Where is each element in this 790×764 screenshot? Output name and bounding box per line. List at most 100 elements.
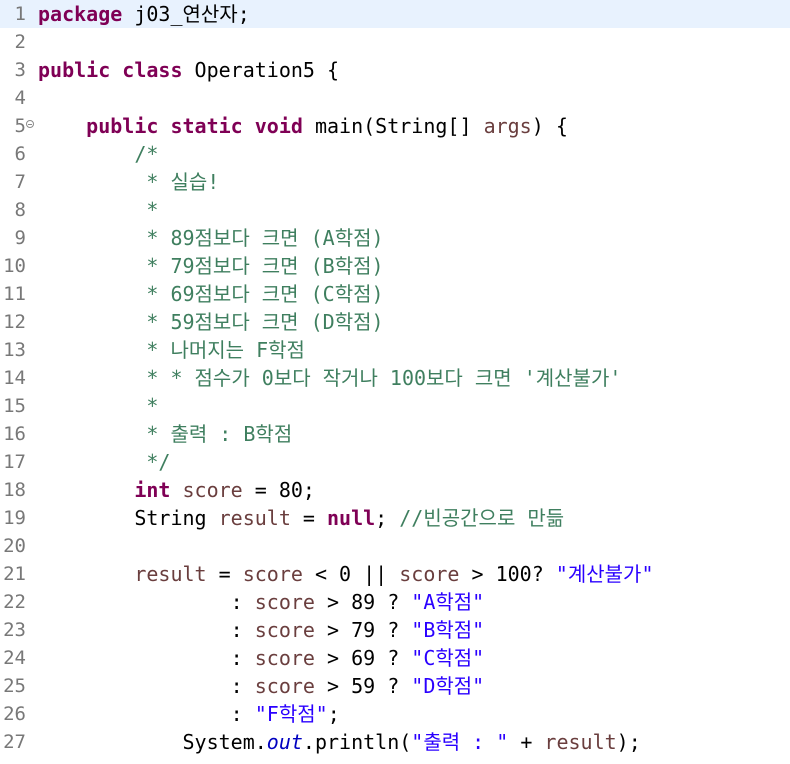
line-number: 18 bbox=[3, 479, 26, 501]
code-token: * 출력 : B학점 bbox=[38, 422, 293, 446]
code-text: result = score < 0 || score > 100? "계산불가… bbox=[38, 560, 653, 588]
code-text: */ bbox=[38, 448, 170, 476]
line-number: 19 bbox=[3, 507, 26, 529]
code-token: * 79점보다 크면 (B학점) bbox=[38, 254, 384, 278]
code-line[interactable]: 16 * 출력 : B학점 bbox=[0, 420, 790, 448]
code-line[interactable]: 24 : score > 69 ? "C학점" bbox=[0, 644, 790, 672]
code-token: "A학점" bbox=[411, 590, 485, 614]
code-text: package j03_연산자; bbox=[38, 0, 250, 28]
code-token: .println( bbox=[302, 730, 412, 754]
code-token: score bbox=[242, 562, 303, 586]
code-text: * 89점보다 크면 (A학점) bbox=[38, 224, 383, 252]
code-line[interactable]: 20 bbox=[0, 532, 790, 560]
code-token: : bbox=[38, 590, 255, 614]
code-line[interactable]: 11 * 69점보다 크면 (C학점) bbox=[0, 280, 790, 308]
code-text: : "F학점"; bbox=[38, 700, 340, 728]
code-line[interactable]: 27 System.out.println("출력 : " + result); bbox=[0, 728, 790, 756]
code-line[interactable]: 2 bbox=[0, 28, 790, 56]
code-line[interactable]: 13 * 나머지는 F학점 bbox=[0, 336, 790, 364]
code-token: * bbox=[38, 394, 159, 418]
line-number: 3 bbox=[14, 59, 26, 81]
code-token: public bbox=[38, 58, 111, 82]
code-token: result bbox=[134, 562, 207, 586]
code-text: public static void main(String[] args) { bbox=[38, 112, 568, 140]
code-token: = bbox=[290, 506, 327, 530]
code-text: * 59점보다 크면 (D학점) bbox=[38, 308, 384, 336]
code-line[interactable]: 9 * 89점보다 크면 (A학점) bbox=[0, 224, 790, 252]
code-token: score bbox=[254, 674, 315, 698]
code-token: static bbox=[170, 114, 243, 138]
code-text: : score > 59 ? "D학점" bbox=[38, 672, 485, 700]
code-token: * 59점보다 크면 (D학점) bbox=[38, 310, 384, 334]
code-text: int score = 80; bbox=[38, 476, 315, 504]
line-number: 20 bbox=[3, 535, 26, 557]
code-token: * bbox=[38, 198, 159, 222]
line-number: 27 bbox=[3, 731, 26, 753]
line-number: 22 bbox=[3, 591, 26, 613]
code-line[interactable]: 7 * 실습! bbox=[0, 168, 790, 196]
code-token: "계산불가" bbox=[555, 562, 654, 586]
code-line[interactable]: 21 result = score < 0 || score > 100? "계… bbox=[0, 560, 790, 588]
code-token: public bbox=[86, 114, 159, 138]
code-token: * 실습! bbox=[38, 170, 220, 194]
code-text: /* bbox=[38, 140, 158, 168]
code-line[interactable]: 17 */ bbox=[0, 448, 790, 476]
code-line[interactable]: 12 * 59점보다 크면 (D학점) bbox=[0, 308, 790, 336]
line-number: 2 bbox=[14, 31, 26, 53]
fold-collapse-icon[interactable] bbox=[26, 120, 34, 128]
code-token: ) { bbox=[531, 114, 568, 138]
line-number: 17 bbox=[3, 451, 26, 473]
code-line[interactable]: 4 bbox=[0, 84, 790, 112]
line-number: 12 bbox=[3, 311, 26, 333]
code-token: score bbox=[254, 618, 315, 642]
code-token: > 59 ? bbox=[314, 674, 412, 698]
code-line[interactable]: 3 public class Operation5 { bbox=[0, 56, 790, 84]
line-number: 9 bbox=[14, 227, 26, 249]
code-text: * 79점보다 크면 (B학점) bbox=[38, 252, 384, 280]
line-number: 1 bbox=[14, 3, 26, 25]
code-line[interactable]: 22 : score > 89 ? "A학점" bbox=[0, 588, 790, 616]
code-line[interactable]: 23 : score > 79 ? "B학점" bbox=[0, 616, 790, 644]
code-token: /* bbox=[38, 142, 159, 166]
code-line[interactable]: 8 * bbox=[0, 196, 790, 224]
code-line[interactable]: 6 /* bbox=[0, 140, 790, 168]
code-line[interactable]: 15 * bbox=[0, 392, 790, 420]
code-line[interactable]: 14 * * 점수가 0보다 작거나 100보다 크면 '계산불가' bbox=[0, 364, 790, 392]
code-token: * 나머지는 F학점 bbox=[38, 338, 305, 362]
code-token: */ bbox=[38, 450, 171, 474]
code-token: main(String[] bbox=[302, 114, 484, 138]
line-number: 4 bbox=[14, 87, 26, 109]
code-editor[interactable]: 1 package j03_연산자; 2 3 public class Operatio… bbox=[0, 0, 790, 764]
code-token: + bbox=[508, 730, 545, 754]
code-token: String bbox=[38, 506, 219, 530]
line-number: 8 bbox=[14, 199, 26, 221]
code-token: //빈공간으로 만듦 bbox=[399, 506, 565, 530]
line-number: 26 bbox=[3, 703, 26, 725]
code-text: * 69점보다 크면 (C학점) bbox=[38, 280, 383, 308]
line-number: 10 bbox=[3, 255, 26, 277]
code-text: * 나머지는 F학점 bbox=[38, 336, 305, 364]
code-token: : bbox=[38, 674, 255, 698]
code-line[interactable]: 5 public static void main(String[] args)… bbox=[0, 112, 790, 140]
code-token: score bbox=[254, 590, 315, 614]
code-line[interactable]: 25 : score > 59 ? "D학점" bbox=[0, 672, 790, 700]
code-token: "출력 : " bbox=[411, 730, 509, 754]
code-token: > 69 ? bbox=[314, 646, 412, 670]
line-number: 7 bbox=[14, 171, 26, 193]
code-token: score bbox=[399, 562, 460, 586]
code-token: result bbox=[544, 730, 617, 754]
code-line[interactable]: 19 String result = null; //빈공간으로 만듦 bbox=[0, 504, 790, 532]
code-token: void bbox=[254, 114, 303, 138]
line-number: 15 bbox=[3, 395, 26, 417]
code-line[interactable]: 18 int score = 80; bbox=[0, 476, 790, 504]
code-token: "C학점" bbox=[411, 646, 485, 670]
line-number: 25 bbox=[3, 675, 26, 697]
code-line[interactable]: 1 package j03_연산자; bbox=[0, 0, 790, 28]
code-line[interactable]: 26 : "F학점"; bbox=[0, 700, 790, 728]
code-line[interactable]: 10 * 79점보다 크면 (B학점) bbox=[0, 252, 790, 280]
